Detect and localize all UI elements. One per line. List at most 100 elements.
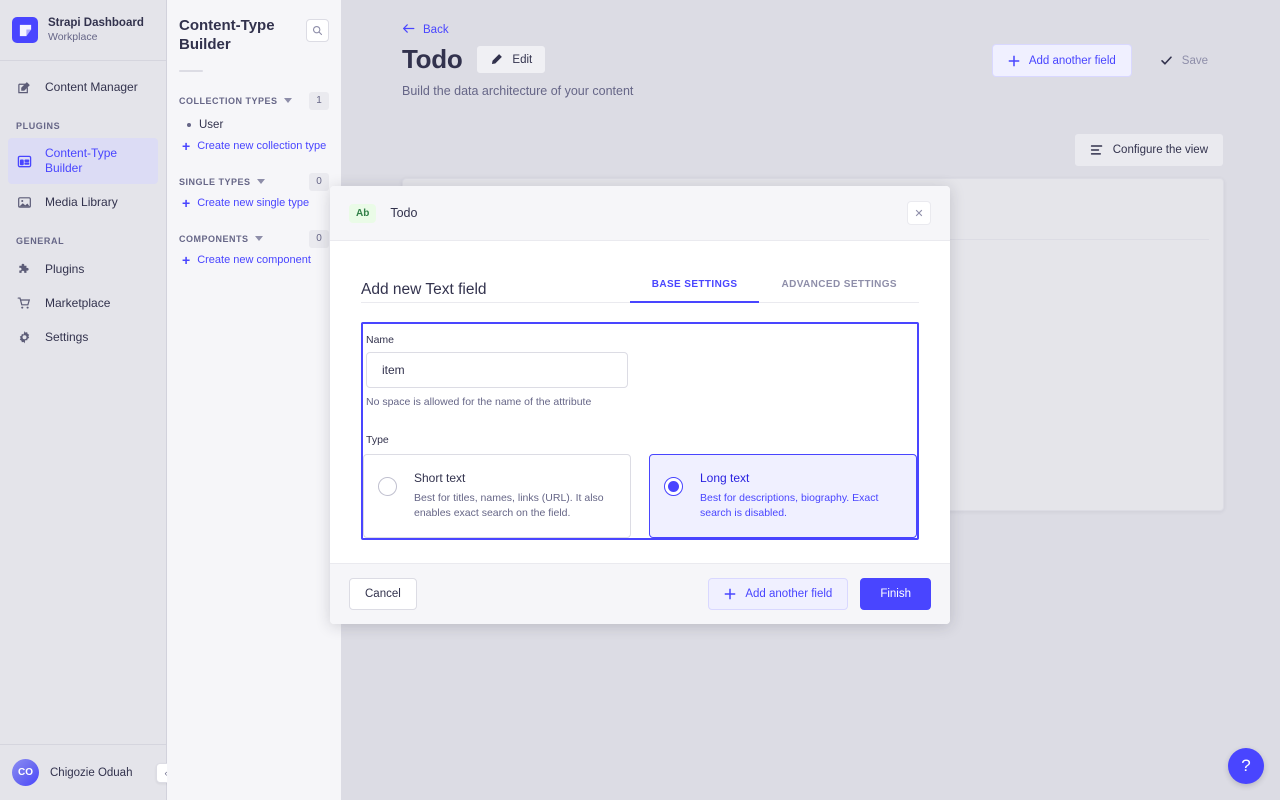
sidebar-item-content-manager[interactable]: Content Manager — [8, 71, 158, 103]
save-button-label: Save — [1181, 54, 1208, 67]
create-new-collection-type-link[interactable]: + Create new collection type — [179, 134, 329, 153]
type-option-long-text[interactable]: Long text Best for descriptions, biograp… — [649, 454, 917, 539]
sidebar-item-label: Media Library — [45, 194, 118, 209]
type-options-group: Short text Best for titles, names, links… — [363, 454, 917, 539]
page-subtitle: Build the data architecture of your cont… — [402, 84, 634, 98]
chevron-down-icon[interactable] — [256, 179, 265, 184]
sidebar-user-name: Chigozie Oduah — [50, 766, 133, 779]
radio-icon[interactable] — [664, 477, 683, 496]
avatar: CO — [12, 759, 39, 786]
tab-advanced-settings[interactable]: ADVANCED SETTINGS — [759, 273, 919, 303]
save-button[interactable]: Save — [1143, 44, 1224, 77]
type-option-short-text[interactable]: Short text Best for titles, names, links… — [363, 454, 631, 539]
group-header[interactable]: SINGLE TYPES 0 — [179, 172, 329, 191]
nav-section-label-plugins: PLUGINS — [16, 121, 61, 131]
puzzle-icon — [16, 261, 32, 277]
name-input[interactable] — [366, 352, 628, 388]
cancel-button[interactable]: Cancel — [349, 578, 417, 611]
modal-title-row: Add new Text field BASE SETTINGS ADVANCE… — [361, 273, 919, 303]
modal-tabs: BASE SETTINGS ADVANCED SETTINGS — [629, 273, 919, 303]
nav-top-group: Content Manager — [0, 61, 166, 105]
create-link-label: Create new collection type — [197, 139, 327, 152]
plus-icon: + — [182, 251, 191, 268]
modal-footer: Cancel Add another field Finish — [330, 563, 950, 625]
modal-header: Ab Todo ✕ — [330, 186, 950, 241]
sidebar-item-label: Settings — [45, 329, 89, 344]
subnav-header: Content-Type Builder — [179, 0, 329, 55]
create-link-label: Create new component — [197, 253, 311, 266]
modal-add-another-field-label: Add another field — [745, 588, 833, 601]
chevron-down-icon[interactable] — [283, 98, 292, 103]
configure-the-view-button[interactable]: Configure the view — [1073, 133, 1224, 167]
edit-button[interactable]: Edit — [476, 45, 547, 74]
group-single-types: SINGLE TYPES 0 + Create new single type — [179, 172, 329, 210]
layout-grid-icon — [16, 153, 32, 169]
group-header[interactable]: COLLECTION TYPES 1 — [179, 91, 329, 110]
search-icon[interactable] — [306, 19, 329, 42]
brand-title: Strapi Dashboard — [48, 17, 144, 30]
close-icon[interactable]: ✕ — [907, 201, 931, 225]
group-collection-types: COLLECTION TYPES 1 User + Create new col… — [179, 91, 329, 153]
finish-button-label: Finish — [880, 588, 911, 601]
app-root: Strapi Dashboard Workplace Content Manag… — [0, 0, 1280, 800]
chevron-down-icon[interactable] — [254, 236, 263, 241]
field-form: Name No space is allowed for the name of… — [361, 322, 919, 541]
plus-icon — [1008, 55, 1020, 67]
group-count-badge: 0 — [309, 229, 329, 248]
group-header[interactable]: COMPONENTS 0 — [179, 229, 329, 248]
header-actions: Add another field Save — [991, 44, 1224, 77]
sidebar-item-label: Content-Type Builder — [45, 146, 118, 175]
content-type-builder-sidebar: Content-Type Builder COLLECTION TYPES 1 … — [167, 0, 342, 800]
gear-icon — [16, 329, 32, 345]
sidebar-item-label: Content Manager — [45, 79, 138, 94]
tab-base-settings[interactable]: BASE SETTINGS — [629, 273, 760, 303]
plus-icon — [724, 588, 736, 600]
group-items: User — [179, 116, 329, 134]
finish-button[interactable]: Finish — [860, 578, 931, 611]
bullet-icon — [187, 122, 191, 127]
sidebar-item-plugins[interactable]: Plugins — [8, 253, 158, 285]
modal-title: Add new Text field — [361, 281, 487, 298]
create-new-single-type-link[interactable]: + Create new single type — [179, 191, 329, 210]
strapi-logo-icon — [12, 17, 38, 43]
type-field-label: Type — [366, 434, 389, 446]
group-components: COMPONENTS 0 + Create new component — [179, 229, 329, 267]
modal-add-another-field-button[interactable]: Add another field — [708, 578, 849, 611]
sidebar-item-settings[interactable]: Settings — [8, 321, 158, 353]
type-option-description: Best for descriptions, biography. Exact … — [700, 492, 879, 520]
create-new-component-link[interactable]: + Create new component — [179, 248, 329, 267]
sidebar-item-media-library[interactable]: Media Library — [8, 186, 158, 218]
arrow-left-icon — [402, 23, 415, 37]
plus-icon: + — [182, 137, 191, 154]
brand-header[interactable]: Strapi Dashboard Workplace — [0, 0, 166, 61]
help-button[interactable]: ? — [1228, 748, 1264, 784]
sidebar-item-content-type-builder[interactable]: Content-Type Builder — [8, 138, 158, 184]
sidebar-item-marketplace[interactable]: Marketplace — [8, 287, 158, 319]
add-field-modal: Ab Todo ✕ Add new Text field BASE SETTIN… — [330, 186, 950, 625]
image-icon — [16, 194, 32, 210]
radio-icon[interactable] — [378, 477, 397, 496]
back-link[interactable]: Back — [342, 0, 449, 37]
type-option-title: Long text — [700, 471, 750, 485]
sidebar-user-area[interactable]: CO Chigozie Oduah ‹ — [0, 744, 176, 800]
back-link-label: Back — [423, 24, 449, 36]
page-title: Todo — [402, 44, 463, 74]
sidebar-item-label: Marketplace — [45, 295, 111, 310]
add-another-field-button[interactable]: Add another field — [991, 44, 1132, 77]
nav-general-group: GENERAL Plugins Marketplace Settings — [0, 220, 166, 355]
check-icon — [1160, 54, 1173, 67]
shopping-cart-icon — [16, 295, 32, 311]
type-option-title: Short text — [414, 471, 466, 485]
modal-header-title: Todo — [390, 206, 418, 220]
group-title: COLLECTION TYPES — [179, 95, 278, 106]
group-title: SINGLE TYPES — [179, 176, 251, 187]
list-item[interactable]: User — [179, 116, 329, 134]
nav-plugins-group: PLUGINS Content-Type Builder Media Libra… — [0, 105, 166, 220]
plus-icon: + — [182, 194, 191, 211]
name-field-hint: No space is allowed for the name of the … — [366, 396, 592, 408]
cancel-button-label: Cancel — [365, 588, 401, 601]
name-field-label: Name — [366, 334, 395, 346]
add-another-field-label: Add another field — [1028, 54, 1116, 67]
main-sidebar: Strapi Dashboard Workplace Content Manag… — [0, 0, 176, 800]
